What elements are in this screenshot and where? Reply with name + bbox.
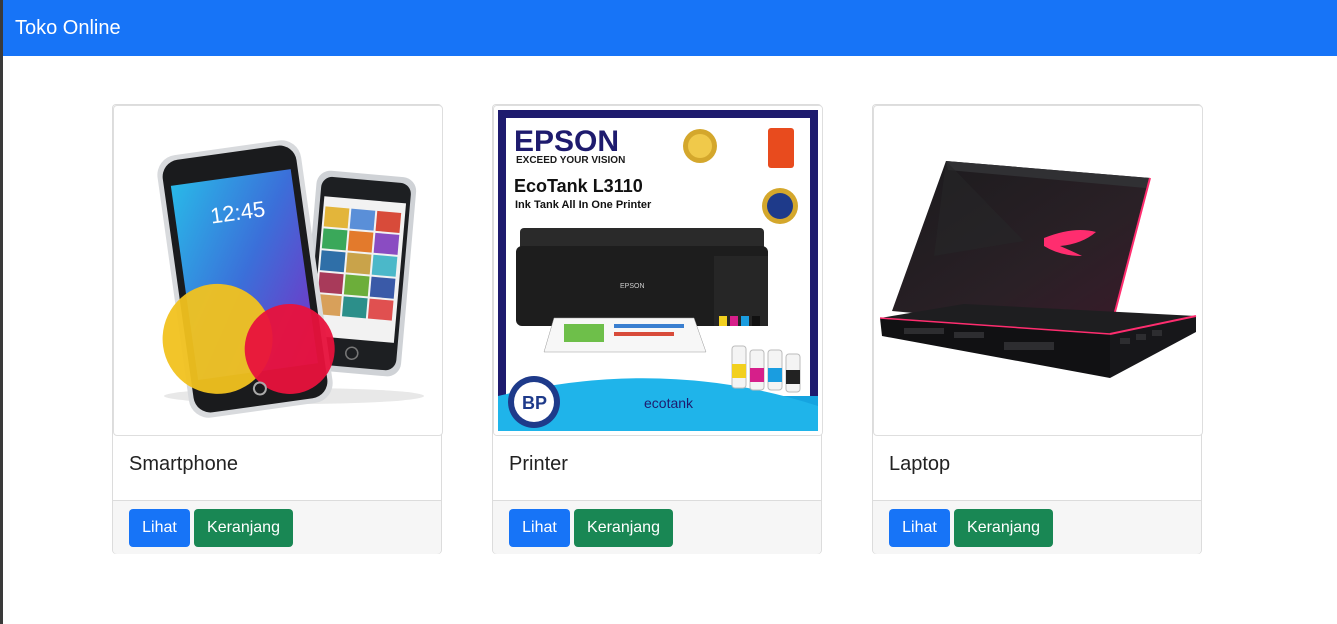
product-title: Laptop [889, 453, 951, 475]
card-footer: Lihat Keranjang [113, 500, 441, 554]
product-image-smartphone: 12:45 [113, 105, 443, 436]
product-title: Smartphone [129, 453, 238, 475]
product-card-laptop: Laptop Lihat Keranjang [872, 104, 1203, 554]
add-to-cart-button[interactable]: Keranjang [574, 509, 673, 547]
printer-model-text: EcoTank L3110 [514, 176, 643, 196]
view-button[interactable]: Lihat [129, 509, 190, 547]
ecotank-logo-text: ecotank [644, 395, 694, 411]
product-image-printer: EPSON EXCEED YOUR VISION EcoTank L3110 I… [493, 105, 823, 436]
svg-text:BP: BP [522, 393, 547, 413]
window-edge [0, 0, 3, 624]
product-image-laptop [873, 105, 1203, 436]
add-to-cart-button[interactable]: Keranjang [954, 509, 1053, 547]
card-footer: Lihat Keranjang [873, 500, 1201, 554]
printer-tagline-text: EXCEED YOUR VISION [516, 155, 625, 166]
navbar: Toko Online [3, 0, 1337, 56]
view-button[interactable]: Lihat [889, 509, 950, 547]
view-button[interactable]: Lihat [509, 509, 570, 547]
navbar-brand[interactable]: Toko Online [15, 16, 121, 40]
printer-subtitle-text: Ink Tank All In One Printer [515, 199, 652, 211]
product-card-printer: EPSON EXCEED YOUR VISION EcoTank L3110 I… [492, 104, 823, 554]
product-title: Printer [509, 453, 568, 475]
card-footer: Lihat Keranjang [493, 500, 821, 554]
add-to-cart-button[interactable]: Keranjang [194, 509, 293, 547]
product-card-smartphone: 12:45 Smartphone Lihat Keranjang [112, 104, 443, 554]
printer-brand-text: EPSON [514, 125, 619, 158]
svg-text:EPSON: EPSON [620, 283, 645, 290]
